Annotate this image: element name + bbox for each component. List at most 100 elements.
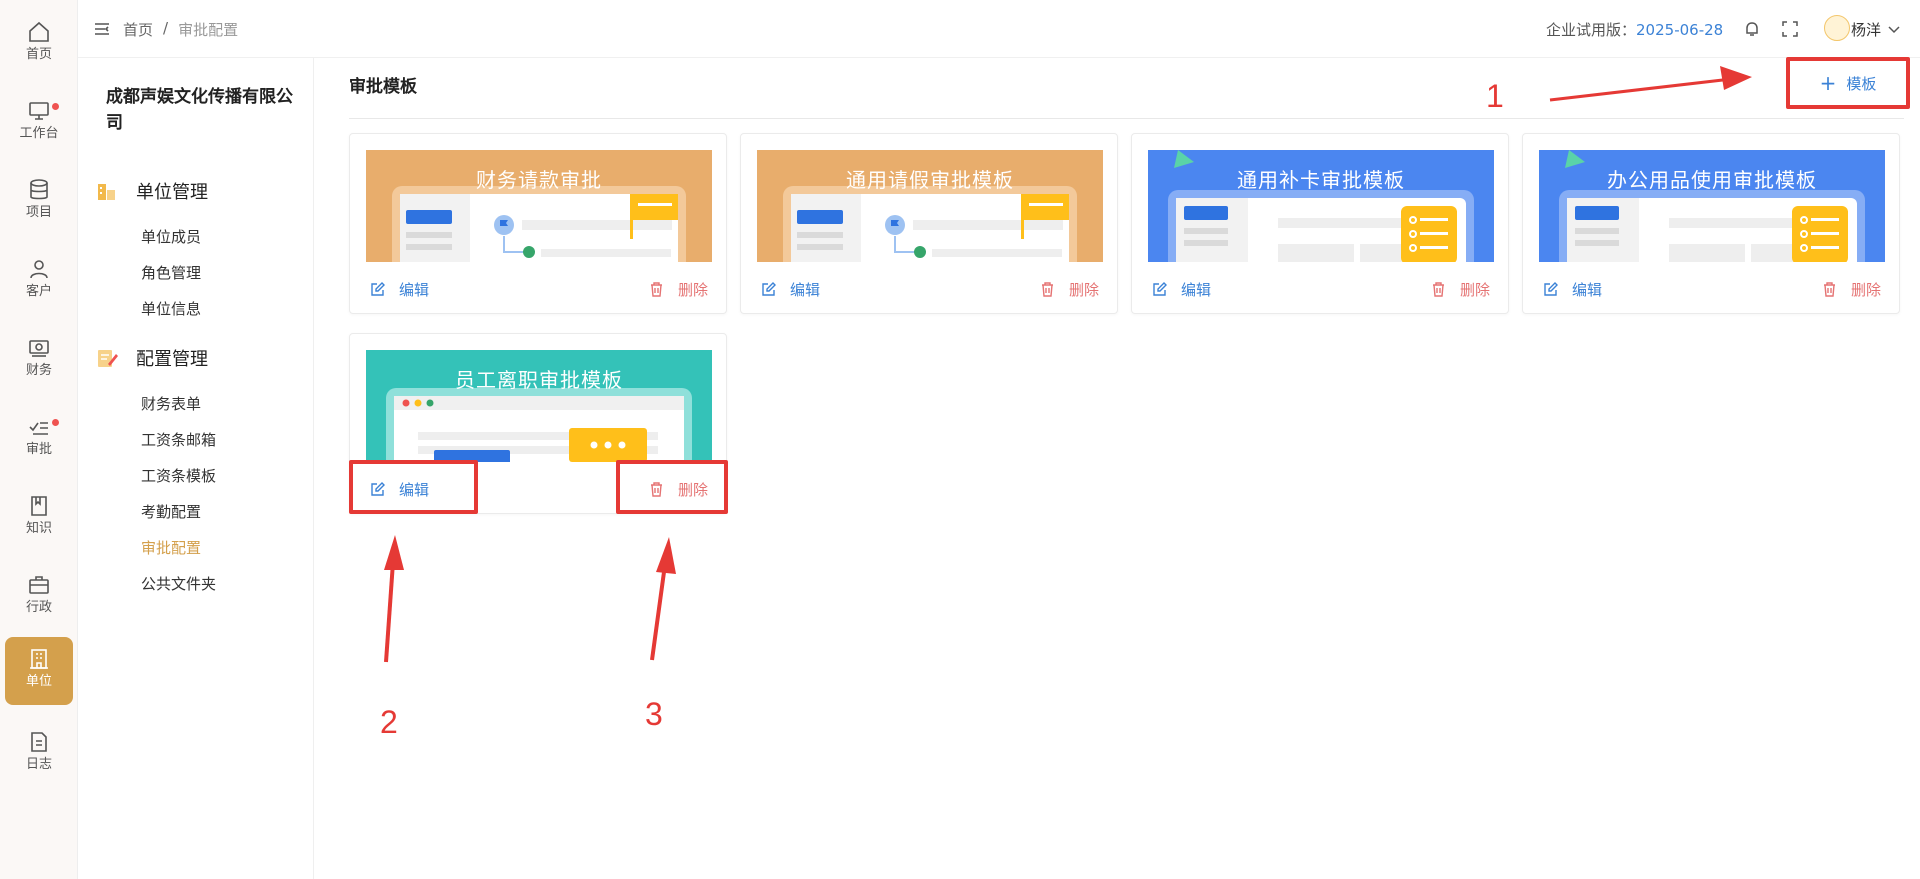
- rail-item-workbench[interactable]: 工作台: [5, 89, 73, 157]
- rail-label: 工作台: [19, 126, 59, 141]
- edit-button[interactable]: 编辑: [370, 479, 429, 500]
- group-title-text: 单位管理: [136, 182, 208, 203]
- trash-icon: [650, 282, 662, 297]
- annotation-number: 3: [645, 696, 663, 732]
- template-card: 员工离职审批模板 编辑 删除: [349, 333, 727, 514]
- sidebar-item-unit-members[interactable]: 单位成员: [141, 226, 201, 247]
- bell-icon[interactable]: [1743, 20, 1761, 38]
- sidebar-item-public-folder[interactable]: 公共文件夹: [141, 573, 216, 594]
- delete-label: 删除: [1850, 281, 1881, 299]
- template-card: 通用请假审批模板 编辑 删除: [740, 133, 1118, 314]
- sidebar-item-payslip-mailbox[interactable]: 工资条邮箱: [141, 429, 216, 450]
- template-banner: 员工离职审批模板: [366, 350, 712, 462]
- rail-item-project[interactable]: 项目: [5, 168, 73, 236]
- icon-rail: 首页 工作台 项目 客户 财务 审批 知识 行政 单位 日志: [0, 0, 78, 879]
- delete-button[interactable]: 删除: [1431, 279, 1490, 300]
- rail-item-admin[interactable]: 行政: [5, 563, 73, 631]
- delete-button[interactable]: 删除: [1040, 279, 1099, 300]
- delete-button[interactable]: 删除: [1822, 279, 1881, 300]
- rail-item-home[interactable]: 首页: [5, 10, 73, 78]
- rail-item-log[interactable]: 日志: [5, 720, 73, 788]
- add-template-button[interactable]: + 模板: [1786, 57, 1910, 109]
- page-title: 审批模板: [349, 77, 417, 97]
- add-template-label: 模板: [1846, 74, 1877, 93]
- edit-icon: [371, 482, 385, 496]
- group-title-config-management: 配置管理: [96, 345, 208, 371]
- edit-button[interactable]: 编辑: [761, 279, 820, 300]
- rail-label: 知识: [25, 521, 52, 536]
- rail-item-approval[interactable]: 审批: [5, 405, 73, 473]
- edit-label: 编辑: [790, 281, 821, 299]
- rail-label: 客户: [25, 284, 52, 299]
- rail-item-knowledge[interactable]: 知识: [5, 484, 73, 552]
- trial-date: 2025-06-28: [1636, 21, 1724, 39]
- monitor-icon: [29, 102, 49, 120]
- fullscreen-icon[interactable]: [1781, 20, 1799, 38]
- rail-label: 项目: [25, 205, 52, 220]
- template-name: 办公用品使用审批模板: [1607, 168, 1817, 192]
- building-icon: [30, 649, 48, 669]
- template-banner: 办公用品使用审批模板: [1539, 150, 1885, 262]
- group-title-text: 配置管理: [136, 349, 208, 370]
- rail-item-unit[interactable]: 单位: [5, 637, 73, 705]
- sidebar-item-approval-config[interactable]: 审批配置: [141, 537, 201, 558]
- sidebar-item-unit-info[interactable]: 单位信息: [141, 298, 201, 319]
- avatar[interactable]: [1824, 15, 1850, 41]
- edit-label: 编辑: [1572, 281, 1603, 299]
- template-name: 通用请假审批模板: [846, 168, 1014, 192]
- sidebar-item-finance-form[interactable]: 财务表单: [141, 393, 201, 414]
- annotation-number: 1: [1486, 78, 1504, 114]
- rail-label: 行政: [25, 600, 52, 615]
- rail-label: 单位: [25, 674, 52, 689]
- template-banner: 通用请假审批模板: [757, 150, 1103, 262]
- user-icon: [30, 260, 48, 279]
- template-name: 通用补卡审批模板: [1237, 168, 1405, 192]
- trash-icon: [650, 482, 662, 497]
- delete-label: 删除: [677, 281, 708, 299]
- edit-button[interactable]: 编辑: [1543, 279, 1602, 300]
- sidebar-item-attendance-config[interactable]: 考勤配置: [141, 501, 201, 522]
- home-icon: [29, 21, 49, 42]
- document-icon: [31, 732, 47, 752]
- chevron-down-icon[interactable]: [1887, 22, 1901, 36]
- building-chart-icon: [98, 184, 115, 200]
- delete-button[interactable]: 删除: [649, 479, 708, 500]
- menu-toggle-icon[interactable]: [94, 22, 110, 36]
- edit-label: 编辑: [1181, 281, 1212, 299]
- group-title-unit-management: 单位管理: [96, 178, 208, 204]
- delete-button[interactable]: 删除: [649, 279, 708, 300]
- username[interactable]: 杨洋: [1851, 19, 1881, 40]
- edit-icon: [1153, 282, 1167, 296]
- template-name: 财务请款审批: [476, 168, 602, 192]
- template-card: 财务请款审批 编辑 删除: [349, 133, 727, 314]
- plus-icon: +: [1819, 71, 1837, 95]
- rail-item-customer[interactable]: 客户: [5, 247, 73, 315]
- book-icon: [31, 496, 47, 516]
- trial-label: 企业试用版：: [1546, 21, 1637, 39]
- edit-button[interactable]: 编辑: [370, 279, 429, 300]
- database-icon: [30, 179, 48, 200]
- edit-button[interactable]: 编辑: [1152, 279, 1211, 300]
- template-banner: 财务请款审批: [366, 150, 712, 262]
- edit-icon: [371, 282, 385, 296]
- delete-label: 删除: [677, 481, 708, 499]
- edit-label: 编辑: [399, 481, 430, 499]
- trash-icon: [1823, 282, 1835, 297]
- top-bar: 首页 / 审批配置 企业试用版：2025-06-28 杨洋: [78, 0, 1920, 58]
- rail-label: 首页: [25, 47, 52, 62]
- rail-label: 日志: [25, 757, 52, 772]
- template-card: 通用补卡审批模板 编辑 删除: [1131, 133, 1509, 314]
- notification-dot: [52, 419, 59, 426]
- rail-item-finance[interactable]: 财务: [5, 326, 73, 394]
- breadcrumb-current: 审批配置: [178, 21, 239, 39]
- sidebar-item-role-management[interactable]: 角色管理: [141, 262, 201, 283]
- delete-label: 删除: [1459, 281, 1490, 299]
- breadcrumb: 首页 / 审批配置: [123, 19, 238, 40]
- breadcrumb-separator: /: [163, 19, 169, 37]
- finance-icon: [29, 340, 49, 357]
- trash-icon: [1432, 282, 1444, 297]
- sidebar-item-payslip-template[interactable]: 工资条模板: [141, 465, 216, 486]
- breadcrumb-home[interactable]: 首页: [123, 19, 153, 40]
- trash-icon: [1041, 282, 1053, 297]
- delete-label: 删除: [1068, 281, 1099, 299]
